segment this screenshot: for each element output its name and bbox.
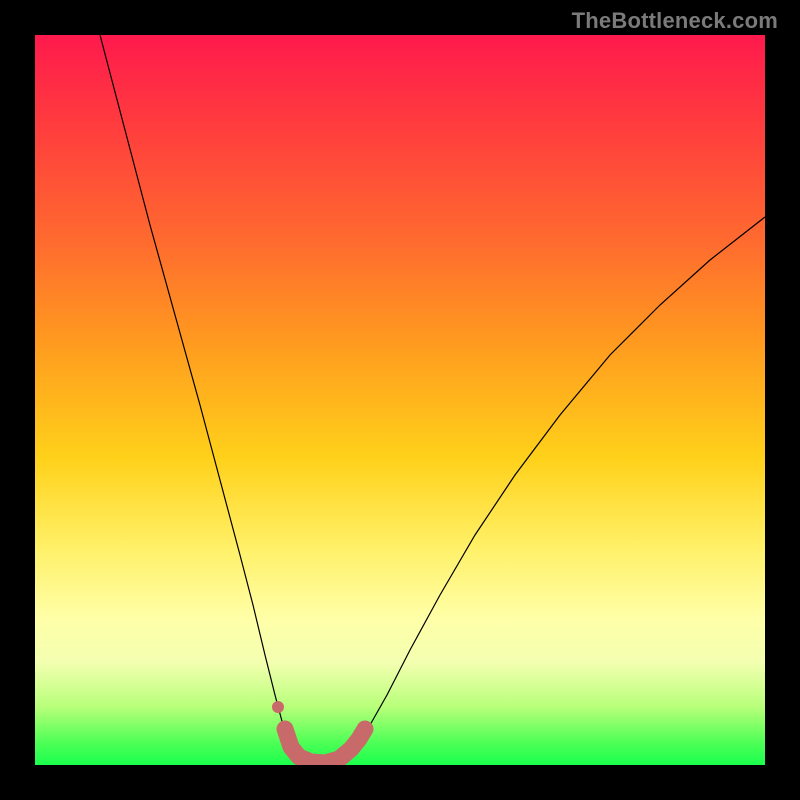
optimal-dot	[272, 701, 284, 713]
optimal-band-highlight	[285, 729, 365, 763]
bottleneck-curve	[100, 35, 765, 763]
plot-area	[35, 35, 765, 765]
chart-svg	[35, 35, 765, 765]
watermark-text: TheBottleneck.com	[572, 8, 778, 34]
chart-frame: TheBottleneck.com	[0, 0, 800, 800]
